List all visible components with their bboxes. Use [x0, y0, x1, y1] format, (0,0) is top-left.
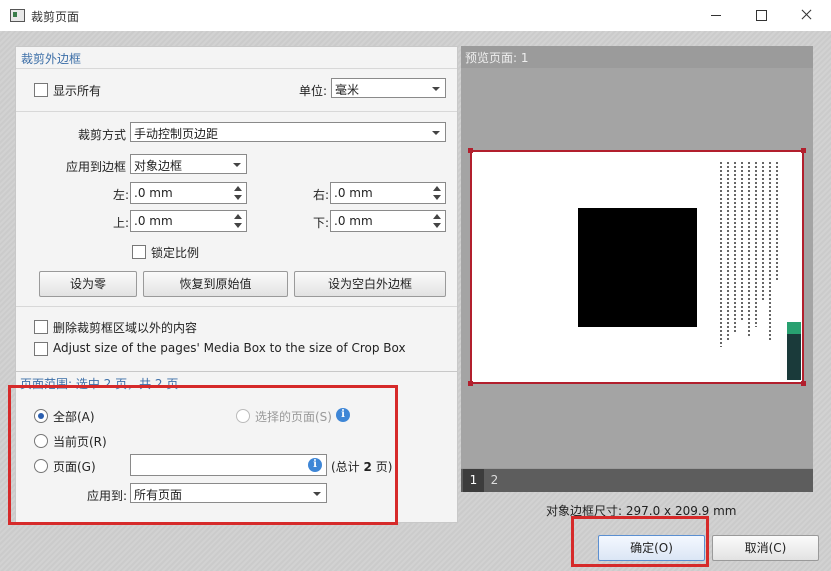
increment-icon[interactable] — [433, 186, 441, 191]
adjust-media-box-label: Adjust size of the pages' Media Box to t… — [53, 341, 406, 355]
top-margin-stepper[interactable]: .0 mm — [130, 210, 247, 232]
divider — [16, 306, 457, 307]
set-white-margins-button[interactable]: 设为空白外边框 — [294, 271, 446, 297]
preview-title: 预览页面: 1 — [465, 51, 529, 65]
thumbnail-page-2[interactable]: 2 — [484, 469, 505, 492]
show-all-checkbox[interactable] — [34, 83, 48, 97]
apply-to-box-select[interactable]: 对象边框 — [130, 154, 247, 174]
bottom-margin-label: 下: — [313, 216, 330, 230]
apply-to-box-label: 应用到边框 — [66, 160, 127, 174]
annotation-highlight-ok — [571, 516, 709, 567]
lock-ratio-label: 锁定比例 — [151, 246, 200, 260]
crop-margins-title: 裁剪外边框 — [21, 52, 82, 66]
thumbnail-page-1[interactable]: 1 — [463, 469, 484, 492]
divider — [16, 111, 457, 112]
annotation-highlight-range — [8, 385, 398, 525]
unit-select[interactable]: 毫米 — [331, 78, 446, 98]
divider — [16, 68, 457, 69]
chevron-down-icon — [432, 131, 440, 135]
app-icon — [10, 9, 25, 22]
chevron-down-icon — [233, 163, 241, 167]
crop-handle[interactable] — [468, 381, 473, 386]
show-all-label: 显示所有 — [53, 84, 102, 98]
left-margin-stepper[interactable]: .0 mm — [130, 182, 247, 204]
top-margin-label: 上: — [113, 216, 130, 230]
bottom-margin-value: .0 mm — [334, 214, 373, 228]
increment-icon[interactable] — [234, 186, 242, 191]
set-zero-button[interactable]: 设为零 — [39, 271, 137, 297]
apply-to-box-value: 对象边框 — [134, 159, 183, 173]
crop-handle[interactable] — [801, 148, 806, 153]
increment-icon[interactable] — [234, 214, 242, 219]
crop-method-select[interactable]: 手动控制页边距 — [130, 122, 446, 142]
unit-label: 单位: — [299, 84, 328, 98]
delete-outside-checkbox[interactable] — [34, 320, 48, 334]
close-button[interactable] — [784, 4, 828, 26]
bottom-margin-stepper[interactable]: .0 mm — [330, 210, 446, 232]
decrement-icon[interactable] — [433, 195, 441, 200]
left-margin-value: .0 mm — [134, 186, 173, 200]
maximize-button[interactable] — [739, 4, 783, 26]
crop-method-label: 裁剪方式 — [78, 128, 127, 142]
increment-icon[interactable] — [433, 214, 441, 219]
decrement-icon[interactable] — [234, 195, 242, 200]
right-margin-stepper[interactable]: .0 mm — [330, 182, 446, 204]
minimize-button[interactable] — [694, 4, 738, 26]
unit-value: 毫米 — [335, 83, 360, 97]
right-margin-label: 右: — [313, 188, 330, 202]
cancel-button[interactable]: 取消(C) — [712, 535, 819, 561]
chevron-down-icon — [432, 87, 440, 91]
title-bar: 裁剪页面 — [0, 0, 831, 31]
crop-method-value: 手动控制页边距 — [134, 127, 219, 141]
window-title: 裁剪页面 — [31, 10, 80, 24]
crop-handle[interactable] — [468, 148, 473, 153]
crop-handle[interactable] — [801, 381, 806, 386]
delete-outside-label: 删除裁剪框区域以外的内容 — [53, 321, 198, 335]
top-margin-value: .0 mm — [134, 214, 173, 228]
thumbnail-bar: 1 2 — [461, 469, 813, 492]
crop-frame[interactable] — [470, 150, 804, 384]
adjust-media-box-checkbox[interactable] — [34, 342, 48, 356]
decrement-icon[interactable] — [234, 223, 242, 228]
right-margin-value: .0 mm — [334, 186, 373, 200]
restore-original-button[interactable]: 恢复到原始值 — [143, 271, 288, 297]
decrement-icon[interactable] — [433, 223, 441, 228]
lock-ratio-checkbox[interactable] — [132, 245, 146, 259]
left-margin-label: 左: — [113, 188, 130, 202]
